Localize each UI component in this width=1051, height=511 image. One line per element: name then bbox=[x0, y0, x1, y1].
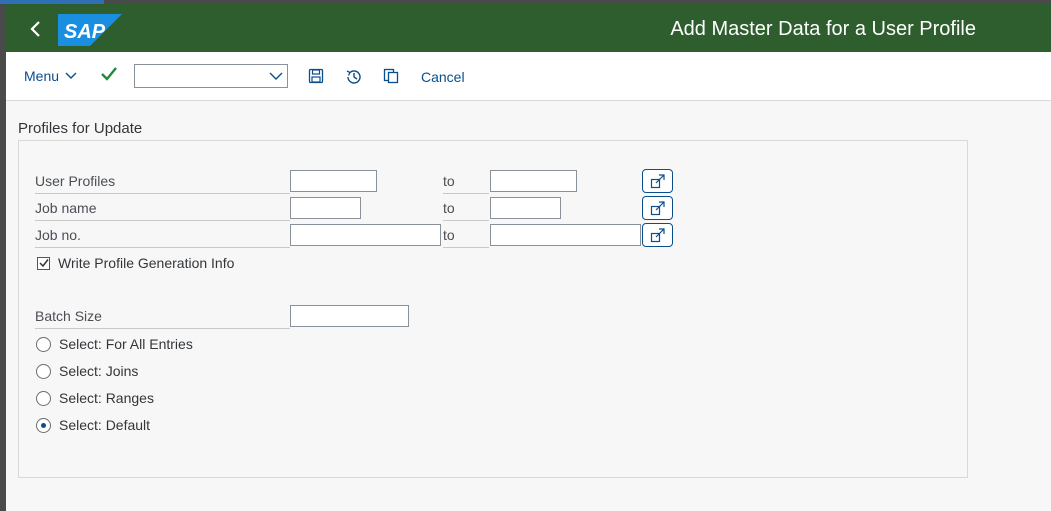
write-profile-label: Write Profile Generation Info bbox=[58, 255, 235, 271]
multiple-selection-icon bbox=[650, 201, 665, 216]
radio-ranges: Select: Ranges bbox=[36, 390, 154, 406]
history-button[interactable] bbox=[345, 68, 363, 91]
radio-label: Select: Default bbox=[59, 417, 151, 433]
save-button[interactable] bbox=[308, 68, 324, 89]
user-profiles-label: User Profiles bbox=[35, 170, 290, 194]
batch-size-label-text: Batch Size bbox=[35, 308, 102, 324]
multiple-selection-icon bbox=[650, 228, 665, 243]
radio-label: Select: For All Entries bbox=[59, 336, 193, 352]
radio-button-selected[interactable] bbox=[36, 417, 51, 433]
save-icon bbox=[308, 68, 324, 84]
page-title: Add Master Data for a User Profile bbox=[670, 18, 976, 40]
radio-button[interactable] bbox=[36, 363, 51, 379]
radio-label: Select: Ranges bbox=[59, 390, 154, 406]
job-no-multiple-selection-button[interactable] bbox=[642, 223, 673, 247]
job-name-to-label: to bbox=[443, 197, 489, 221]
copy-button[interactable] bbox=[383, 68, 399, 89]
history-icon bbox=[346, 70, 361, 84]
batch-size-input[interactable] bbox=[290, 305, 409, 327]
job-no-label-text: Job no. bbox=[35, 227, 81, 243]
job-no-to-input[interactable] bbox=[490, 224, 641, 246]
to-label-text: to bbox=[443, 227, 455, 243]
command-dropdown[interactable] bbox=[134, 64, 288, 88]
multiple-selection-icon bbox=[650, 174, 665, 189]
user-profiles-label-text: User Profiles bbox=[35, 173, 116, 189]
shell-bar: SAP Add Master Data for a User Profile bbox=[6, 4, 1051, 52]
radio-default: Select: Default bbox=[36, 417, 150, 433]
radio-for-all-entries: Select: For All Entries bbox=[36, 336, 193, 352]
job-name-from-input[interactable] bbox=[290, 197, 361, 219]
job-no-label: Job no. bbox=[35, 224, 290, 248]
toolbar: Menu Cancel bbox=[6, 52, 1051, 101]
job-no-to-label: to bbox=[443, 224, 489, 248]
sap-logo: SAP bbox=[58, 14, 122, 46]
logo-text: SAP bbox=[64, 21, 106, 43]
job-name-label: Job name bbox=[35, 197, 290, 221]
write-profile-option: Write Profile Generation Info bbox=[37, 255, 234, 271]
check-icon bbox=[101, 67, 117, 81]
job-name-label-text: Job name bbox=[35, 200, 97, 216]
section-title: Profiles for Update bbox=[18, 120, 143, 137]
radio-joins: Select: Joins bbox=[36, 363, 138, 379]
user-profiles-to-label: to bbox=[443, 170, 489, 194]
write-profile-checkbox[interactable] bbox=[37, 256, 50, 270]
job-no-from-input[interactable] bbox=[290, 224, 441, 246]
radio-label: Select: Joins bbox=[59, 363, 139, 379]
cancel-button[interactable]: Cancel bbox=[421, 69, 465, 85]
copy-icon bbox=[383, 68, 399, 84]
menu-label: Menu bbox=[24, 68, 60, 84]
batch-size-label: Batch Size bbox=[35, 305, 290, 329]
menu-button[interactable]: Menu bbox=[24, 68, 77, 84]
radio-button[interactable] bbox=[36, 390, 51, 406]
chevron-down-icon bbox=[65, 72, 77, 79]
to-label-text: to bbox=[443, 200, 455, 216]
execute-button[interactable] bbox=[100, 65, 118, 88]
user-profiles-multiple-selection-button[interactable] bbox=[642, 169, 673, 193]
chevron-down-icon bbox=[269, 72, 283, 80]
checkmark-icon bbox=[38, 259, 49, 268]
user-profiles-to-input[interactable] bbox=[490, 170, 577, 192]
job-name-to-input[interactable] bbox=[490, 197, 561, 219]
radio-button[interactable] bbox=[36, 336, 51, 352]
to-label-text: to bbox=[443, 173, 455, 189]
job-name-multiple-selection-button[interactable] bbox=[642, 196, 673, 220]
radio-dot bbox=[41, 422, 46, 428]
user-profiles-from-input[interactable] bbox=[290, 170, 377, 192]
back-button[interactable] bbox=[20, 14, 50, 44]
chevron-left-icon bbox=[30, 21, 40, 37]
